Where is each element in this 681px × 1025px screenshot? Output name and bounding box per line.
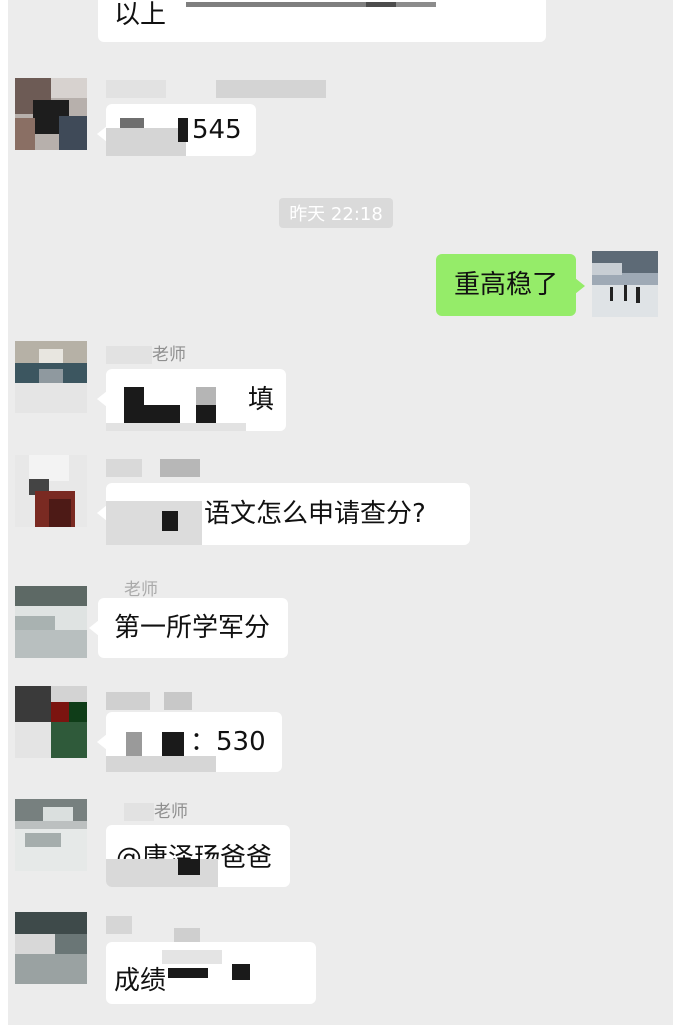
redaction-mark [106, 423, 246, 431]
frame-right-edge [673, 0, 681, 1025]
redaction-mark [162, 950, 222, 964]
avatar[interactable] [15, 586, 87, 658]
timestamp: 昨天 22:18 [279, 198, 393, 228]
redaction-mark [196, 405, 216, 423]
frame-left-edge [0, 0, 8, 1025]
message-bubble[interactable]: 成绩 [106, 942, 316, 1004]
avatar[interactable] [15, 455, 87, 527]
message-bubble[interactable]: 语文怎么申请查分? [97, 483, 470, 545]
redaction-mark [126, 732, 142, 756]
redaction-mark [106, 859, 218, 887]
message-text: 填 [248, 385, 275, 415]
redaction-mark [162, 732, 184, 756]
redaction-mark [106, 756, 216, 772]
redaction-mark [178, 118, 188, 142]
message-bubble[interactable]: 填 [97, 369, 286, 431]
avatar[interactable] [15, 341, 87, 413]
redaction-mark [196, 387, 216, 405]
message-bubble[interactable]: 第一所学军分 [89, 598, 288, 658]
redaction-mark [168, 968, 208, 978]
redaction-mark [106, 501, 202, 545]
message-text: 语文怎么申请查分? [204, 499, 426, 529]
message-text: 以上 [114, 0, 167, 30]
sender-name: 老师 [124, 797, 188, 822]
redaction-mark [144, 405, 180, 423]
message-text: 第一所学军分 [114, 613, 271, 643]
redaction-mark [186, 2, 396, 7]
avatar[interactable] [15, 912, 87, 984]
avatar[interactable] [15, 78, 87, 150]
sender-name: 老师 [106, 340, 186, 365]
sender-name: 老师 [124, 580, 158, 600]
redaction-mark [232, 964, 250, 980]
avatar[interactable] [15, 686, 87, 758]
avatar[interactable] [15, 799, 87, 871]
message-text: 545 [192, 115, 242, 145]
redaction-mark [178, 859, 200, 875]
own-message-bubble[interactable]: 重高稳了 [436, 254, 585, 316]
message-text: ：530 [190, 727, 266, 757]
redaction-mark [366, 2, 436, 7]
own-avatar[interactable] [592, 251, 658, 317]
redaction-mark [106, 128, 186, 156]
message-bubble[interactable]: 以上 [98, 0, 546, 42]
message-text: 重高稳了 [454, 270, 559, 300]
message-bubble[interactable]: ：530 [97, 712, 282, 772]
message-bubble[interactable]: @唐泽玚爸爸 [106, 825, 290, 887]
redaction-mark [162, 511, 178, 531]
redaction-mark [124, 387, 144, 423]
message-bubble[interactable]: 545 [97, 104, 256, 156]
message-text: 成绩 [114, 966, 167, 996]
